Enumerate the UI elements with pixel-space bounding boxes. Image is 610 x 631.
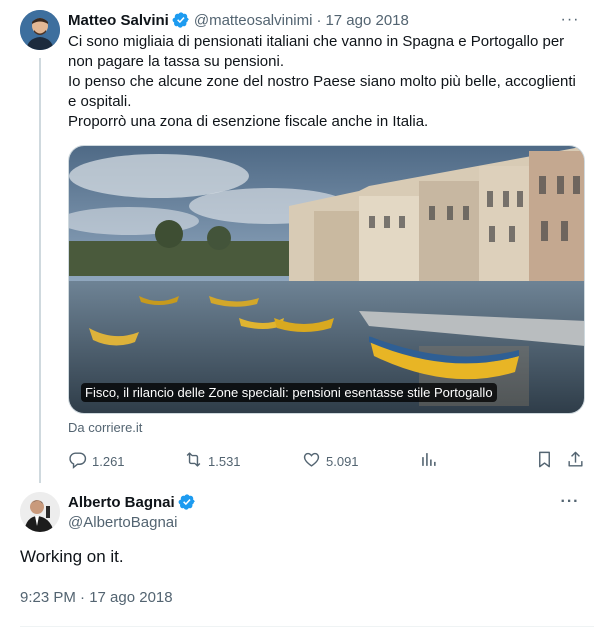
reply-count: 1.261: [92, 453, 125, 469]
separator-dot: ·: [316, 11, 322, 29]
tweet-text: Ci sono migliaia di pensionati italiani …: [68, 32, 588, 132]
reply-author-row: Alberto Bagnai ···: [68, 492, 594, 512]
verified-badge-icon: [172, 11, 190, 29]
views-button[interactable]: [419, 450, 438, 472]
tweet-timestamp[interactable]: 9:23 PM · 17 ago 2018: [20, 589, 173, 606]
bookmark-button[interactable]: [535, 450, 554, 472]
author-handle[interactable]: @AlbertoBagnai: [68, 513, 594, 533]
more-icon[interactable]: ···: [560, 10, 580, 30]
original-tweet[interactable]: Matteo Salvini @matteosalvinimi · 17 ago…: [68, 8, 594, 469]
like-button[interactable]: 5.091: [302, 450, 359, 472]
link-card-image[interactable]: Fisco, il rilancio delle Zone speciali: …: [68, 145, 585, 414]
views-icon: [419, 450, 438, 472]
like-count: 5.091: [326, 453, 359, 469]
tweet-date[interactable]: 17 ago 2018: [325, 12, 408, 29]
reply-icon: [68, 450, 87, 472]
retweet-count: 1.531: [208, 453, 241, 469]
thread-connector-line: [39, 58, 41, 483]
divider: [20, 626, 594, 627]
share-icon: [566, 450, 585, 472]
more-icon[interactable]: ···: [560, 492, 580, 512]
tweet-text-line: Io penso che alcune zone del nostro Paes…: [68, 73, 576, 110]
author-name[interactable]: Matteo Salvini: [68, 12, 169, 29]
retweet-button[interactable]: 1.531: [184, 450, 241, 472]
author-handle[interactable]: @matteosalvinimi: [194, 12, 313, 29]
link-card-caption[interactable]: Fisco, il rilancio delle Zone speciali: …: [81, 383, 497, 402]
verified-badge-icon: [178, 493, 196, 511]
tweet-text-line: Ci sono migliaia di pensionati italiani …: [68, 33, 565, 70]
share-button[interactable]: [566, 450, 585, 472]
bookmark-icon: [535, 450, 554, 472]
heart-icon: [302, 450, 321, 472]
retweet-icon: [184, 450, 203, 472]
link-card-source[interactable]: Da corriere.it: [68, 420, 142, 435]
reply-button[interactable]: 1.261: [68, 450, 125, 472]
avatar[interactable]: [20, 10, 60, 50]
reply-tweet-header: Alberto Bagnai ··· @AlbertoBagnai: [68, 492, 594, 533]
reply-text: Working on it.: [20, 547, 124, 566]
tweet-header: Matteo Salvini @matteosalvinimi · 17 ago…: [68, 8, 594, 32]
tweet-text-line: Proporrò una zona di esenzione fiscale a…: [68, 113, 429, 130]
tweet-actions: 1.261 1.531 5.091: [68, 450, 594, 472]
author-name[interactable]: Alberto Bagnai: [68, 494, 175, 511]
avatar[interactable]: [20, 492, 60, 532]
